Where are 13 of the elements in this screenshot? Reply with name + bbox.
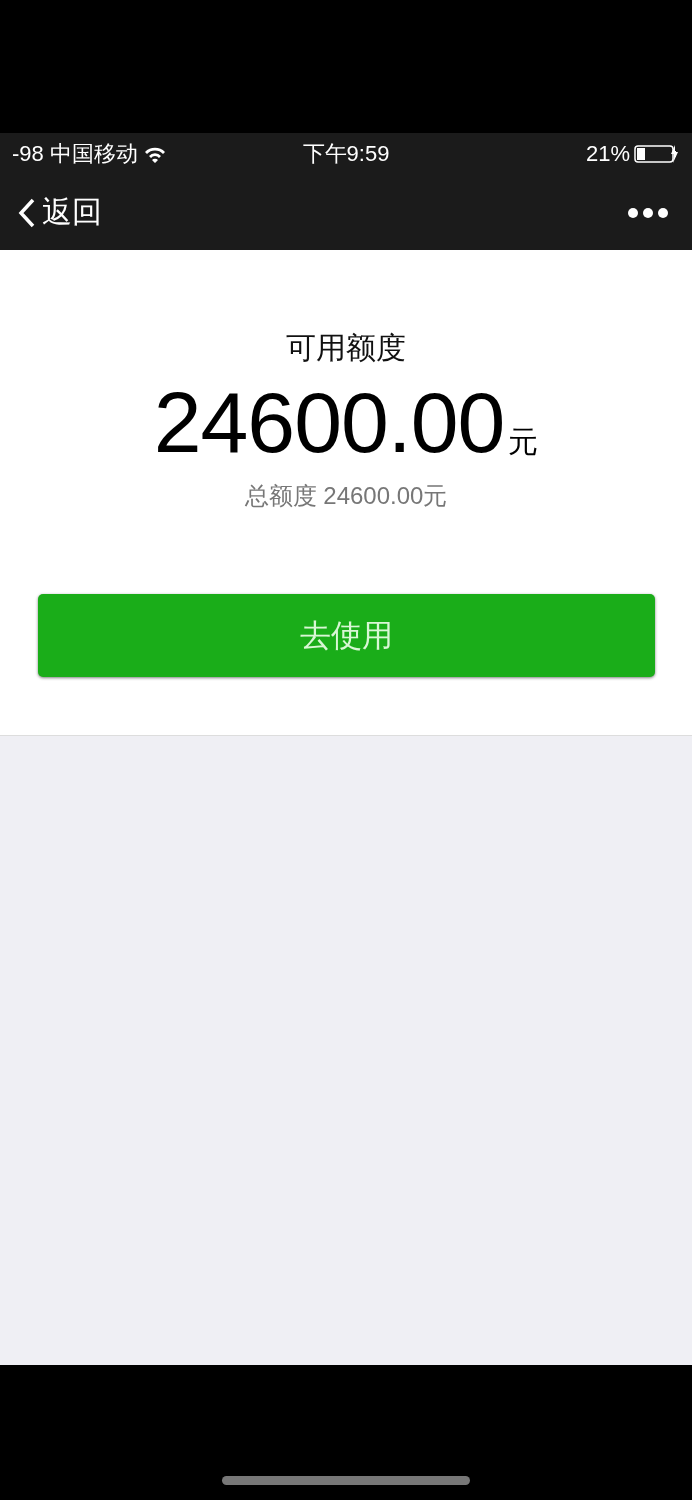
battery-percent: 21% bbox=[585, 141, 630, 167]
back-button[interactable]: 返回 bbox=[18, 192, 102, 233]
carrier-name: 中国移动 bbox=[49, 140, 138, 168]
currency-unit: 元 bbox=[508, 424, 539, 460]
credit-amount: 24600.00 bbox=[153, 373, 505, 472]
signal-strength: -98 bbox=[12, 141, 44, 167]
battery-icon bbox=[634, 144, 680, 164]
total-credit: 总额度 24600.00元 bbox=[244, 481, 448, 511]
more-icon[interactable] bbox=[628, 207, 668, 218]
back-chevron-icon bbox=[18, 196, 36, 229]
available-credit-label: 可用额度 bbox=[286, 330, 406, 366]
wifi-icon bbox=[143, 145, 166, 163]
clock-time: 下午9:59 bbox=[301, 140, 391, 168]
